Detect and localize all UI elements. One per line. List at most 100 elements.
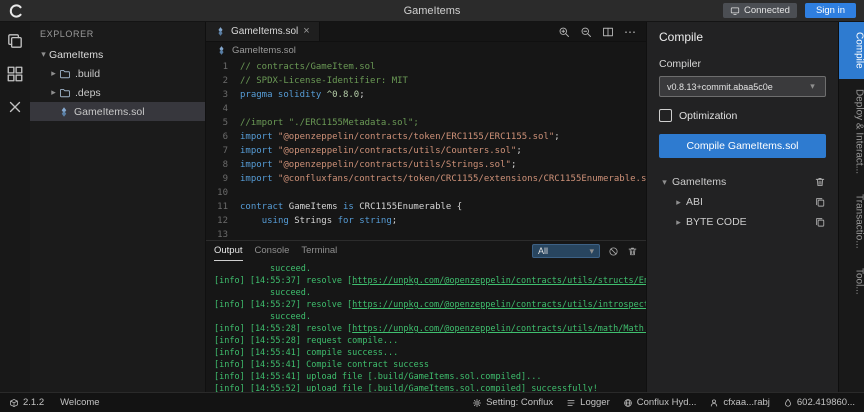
code-line: 7import "@openzeppelin/contracts/utils/C…	[206, 144, 646, 158]
explorer-header: EXPLORER	[30, 22, 205, 45]
log-text: succeed.	[270, 264, 311, 274]
panel-tab-terminal[interactable]: Terminal	[301, 241, 337, 261]
side-tab-tool[interactable]: Tool...	[839, 258, 864, 305]
panel-tab-console[interactable]: Console	[255, 241, 290, 261]
optimization-label: Optimization	[679, 110, 737, 122]
tab-label: GameItems.sol	[231, 26, 298, 37]
optimization-option[interactable]: Optimization	[659, 109, 826, 122]
status-label: cfxaa...rabj	[723, 397, 769, 408]
side-tab-transactio[interactable]: Transactio...	[839, 184, 864, 259]
status-network[interactable]: Conflux Hyd...	[623, 397, 697, 408]
side-tab-compile[interactable]: Compile	[839, 22, 864, 79]
logger-icon	[566, 398, 576, 408]
status-account[interactable]: cfxaa...rabj	[709, 397, 769, 408]
copy-icon[interactable]	[814, 216, 826, 228]
status-settings[interactable]: Setting: Conflux	[472, 397, 553, 408]
explorer-item-label: GameItems.sol	[74, 106, 145, 118]
compiler-version-value: v0.8.13+commit.abaa5c0e	[667, 82, 773, 92]
tab-gameitems-sol[interactable]: GameItems.sol ×	[206, 22, 320, 41]
files-explorer-icon[interactable]	[6, 32, 24, 50]
compiler-version-dropdown[interactable]: v0.8.13+commit.abaa5c0e ▾	[659, 76, 826, 97]
optimization-checkbox[interactable]	[659, 109, 672, 122]
code-line: 9import "@confluxfans/contracts/token/CR…	[206, 172, 646, 186]
code-line: 3pragma solidity ^0.8.0;	[206, 88, 646, 102]
chevron-down-icon: ▾	[807, 81, 818, 92]
code-line: 5//import "./ERC1155Metadata.sol";	[206, 116, 646, 130]
chevron-down-icon: ▾	[589, 246, 594, 257]
status-label: Setting: Conflux	[486, 397, 553, 408]
log-line: [info] [14:55:41] upload file [.build/Ga…	[214, 371, 646, 383]
split-editor-icon[interactable]	[602, 26, 614, 38]
compile-result-abi[interactable]: ▸ABI	[659, 192, 826, 212]
apps-grid-icon[interactable]	[6, 65, 24, 83]
sign-in-button[interactable]: Sign in	[805, 3, 856, 18]
breadcrumb[interactable]: GameItems.sol	[206, 42, 646, 58]
clear-output-icon[interactable]	[608, 246, 619, 257]
solidity-file-icon	[215, 26, 226, 37]
chevron-down-icon: ▾	[38, 49, 49, 60]
compile-result-root[interactable]: ▾ GameItems	[659, 172, 826, 192]
output-log[interactable]: succeed.[info] [14:55:37] resolve [https…	[206, 261, 646, 392]
log-text: [info] [14:55:28] resolve [	[214, 324, 352, 334]
globe-icon	[623, 398, 633, 408]
log-line: [info] [14:55:27] resolve [https://unpkg…	[214, 299, 646, 311]
main-area: EXPLORER ▾ GameItems ▸.build▸.deps GameIt…	[0, 22, 864, 392]
delete-result-icon[interactable]	[814, 176, 826, 188]
status-label: 602.419860...	[797, 397, 855, 408]
delete-logs-icon[interactable]	[627, 246, 638, 257]
explorer-item-build[interactable]: ▸.build	[30, 64, 205, 83]
code-line: 6import "@openzeppelin/contracts/token/E…	[206, 130, 646, 144]
copy-icon[interactable]	[814, 196, 826, 208]
log-text: [info] [14:55:41] Compile contract succe…	[214, 360, 429, 370]
log-link[interactable]: https://unpkg.com/@openzeppelin/contract…	[352, 324, 646, 334]
more-actions-icon[interactable]: ⋯	[624, 25, 636, 39]
code-line: 2// SPDX-License-Identifier: MIT	[206, 74, 646, 88]
gear-icon	[472, 398, 482, 408]
explorer-item-gameitems-sol[interactable]: GameItems.sol	[30, 102, 205, 121]
activity-bar	[0, 22, 30, 392]
explorer-item-label: .build	[75, 68, 100, 80]
zoom-in-icon[interactable]	[558, 26, 570, 38]
log-line: succeed.	[214, 311, 646, 323]
explorer-root-folder[interactable]: ▾ GameItems	[30, 45, 205, 64]
log-text: [info] [14:55:41] compile success...	[214, 348, 398, 358]
log-text: [info] [14:55:37] resolve [	[214, 276, 352, 286]
code-line: 12 using Strings for string;	[206, 214, 646, 228]
close-panel-icon[interactable]	[6, 98, 24, 116]
titlebar: GameItems Connected Sign in	[0, 0, 864, 22]
compile-button[interactable]: Compile GameItems.sol	[659, 134, 826, 158]
log-level-dropdown[interactable]: All ▾	[532, 244, 600, 258]
folder-icon	[59, 68, 71, 80]
solidity-file-icon	[216, 45, 227, 56]
explorer-item-deps[interactable]: ▸.deps	[30, 83, 205, 102]
panel-tab-output[interactable]: Output	[214, 241, 243, 261]
status-logger[interactable]: Logger	[566, 397, 610, 408]
editor-tabbar: GameItems.sol × ⋯	[206, 22, 646, 42]
status-welcome[interactable]: Welcome	[60, 397, 99, 408]
zoom-out-icon[interactable]	[580, 26, 592, 38]
code-line: 8import "@openzeppelin/contracts/utils/S…	[206, 158, 646, 172]
drop-icon	[783, 398, 793, 408]
log-line: succeed.	[214, 263, 646, 275]
status-right-items: Setting: Conflux Logger Conflux Hyd... cfxa…	[472, 397, 855, 408]
code-line: 1// contracts/GameItem.sol	[206, 60, 646, 74]
close-tab-icon[interactable]: ×	[303, 26, 309, 37]
explorer-item-label: .deps	[75, 87, 101, 99]
compile-result-byte-code[interactable]: ▸BYTE CODE	[659, 212, 826, 232]
log-line: [info] [14:55:28] request compile...	[214, 335, 646, 347]
log-link[interactable]: https://unpkg.com/@openzeppelin/contract…	[352, 276, 646, 286]
chevron-down-icon: ▾	[659, 177, 670, 188]
log-link[interactable]: https://unpkg.com/@openzeppelin/contract…	[352, 300, 646, 310]
status-balance[interactable]: 602.419860...	[783, 397, 855, 408]
app-window: GameItems Connected Sign in EXPLORER ▾ G…	[0, 0, 864, 412]
status-version[interactable]: 2.1.2	[9, 397, 44, 408]
status-bar: 2.1.2 Welcome Setting: Conflux Logger Conf…	[0, 392, 864, 412]
chainide-logo-icon[interactable]	[8, 3, 24, 19]
log-line: [info] [14:55:52] upload file [.build/Ga…	[214, 383, 646, 392]
editor-actions: ⋯	[558, 22, 646, 41]
connected-button[interactable]: Connected	[723, 3, 797, 18]
person-icon	[709, 398, 719, 408]
side-tab-deploy-interact[interactable]: Deploy & Interact...	[839, 79, 864, 184]
code-editor[interactable]: 1// contracts/GameItem.sol2// SPDX-Licen…	[206, 58, 646, 240]
breadcrumb-file: GameItems.sol	[232, 45, 296, 56]
